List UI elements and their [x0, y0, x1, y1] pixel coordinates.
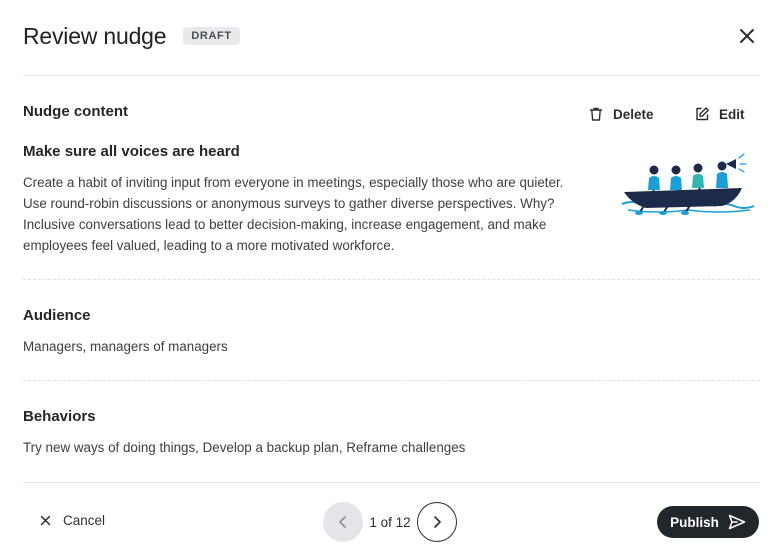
nudge-body: Create a habit of inviting input from ev…	[23, 175, 564, 253]
cancel-button[interactable]: Cancel	[40, 513, 105, 528]
cancel-label: Cancel	[63, 513, 106, 528]
chevron-right-icon	[434, 516, 441, 528]
send-icon	[728, 514, 746, 530]
delete-label: Delete	[613, 106, 654, 122]
behaviors-value: Try new ways of doing things, Develop a …	[23, 440, 466, 455]
behaviors-title: Behaviors	[23, 408, 96, 425]
edit-label: Edit	[719, 106, 745, 122]
modal-header: Review nudge DRAFT	[23, 20, 760, 52]
edit-icon	[696, 107, 709, 121]
nudge-content-title: Nudge content	[23, 103, 128, 120]
page-indicator: 1 of 12	[369, 514, 411, 530]
previous-button[interactable]	[323, 502, 363, 542]
status-badge: DRAFT	[183, 27, 240, 45]
audience-value: Managers, managers of managers	[23, 339, 228, 354]
next-button[interactable]	[417, 502, 457, 542]
publish-button[interactable]: Publish	[657, 506, 759, 538]
x-icon	[40, 515, 51, 526]
delete-button[interactable]: Delete	[588, 106, 654, 122]
audience-title: Audience	[23, 307, 91, 324]
section-divider	[23, 279, 760, 280]
footer-divider	[23, 482, 760, 483]
edit-button[interactable]: Edit	[694, 106, 745, 122]
nudge-heading: Make sure all voices are heard	[23, 143, 240, 160]
section-divider	[23, 380, 760, 381]
close-icon[interactable]	[738, 27, 756, 45]
publish-label: Publish	[670, 514, 719, 530]
page-title: Review nudge	[23, 22, 167, 49]
trash-icon	[589, 107, 603, 121]
header-divider	[23, 75, 760, 76]
pagination: 1 of 12	[323, 502, 457, 542]
rowing-team-illustration	[621, 153, 755, 215]
chevron-left-icon	[339, 516, 346, 528]
